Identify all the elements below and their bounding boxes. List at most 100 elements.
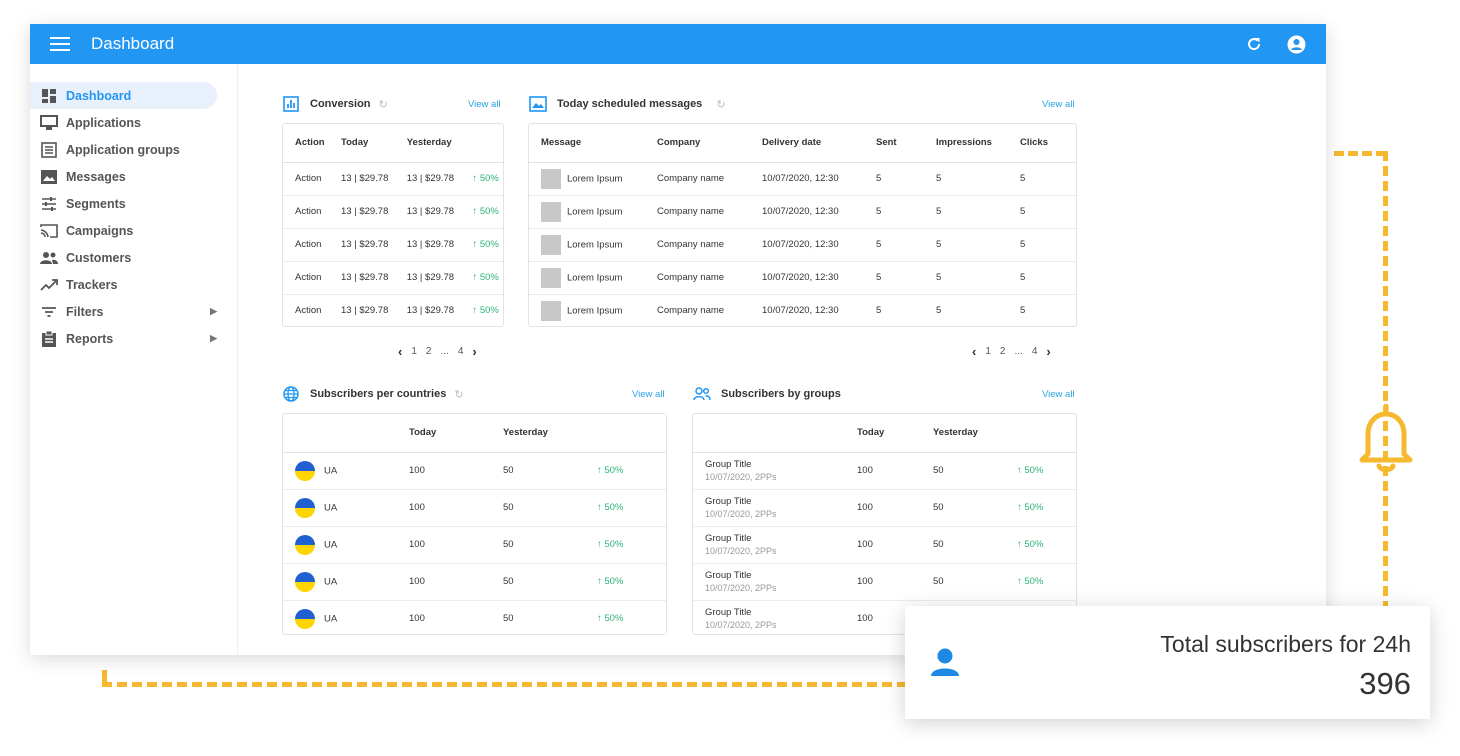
cell-text: 100 <box>857 539 873 550</box>
sidebar-item-filters[interactable]: Filters ▶ <box>30 298 217 325</box>
message-thumbnail <box>541 201 561 222</box>
groups-view-all-link[interactable]: View all <box>1042 389 1075 400</box>
chevron-left-icon[interactable]: ‹ <box>398 344 402 359</box>
sidebar-item-reports[interactable]: Reports ▶ <box>30 325 217 352</box>
cell-text: ↑ 50% <box>597 613 624 625</box>
table-cell: 13 | $29.78 <box>394 261 461 295</box>
sidebar-item-dashboard[interactable]: Dashboard <box>30 82 217 109</box>
table-cell: 10/07/2020, 12:30 <box>750 294 864 326</box>
table-row: Group Title 10/07/2020, 2PPs 100 50 ↑ 50% <box>693 452 1076 490</box>
app-bar: Dashboard <box>30 24 1326 64</box>
table-cell: 10/07/2020, 12:30 <box>750 228 864 262</box>
page-link[interactable]: 1 <box>411 346 417 357</box>
column-header: Delivery date <box>750 124 864 163</box>
group-title: Group Title <box>705 570 752 581</box>
table-row[interactable]: Lorem Ipsum Company name 10/07/2020, 12:30… <box>529 228 1076 262</box>
column-header: Sent <box>864 124 924 163</box>
clipboard-icon <box>40 330 58 348</box>
column-header <box>283 414 397 453</box>
cell-text: 13 | $29.78 <box>406 173 455 184</box>
refresh-icon[interactable]: ↻ <box>454 388 463 401</box>
cell-text: Lorem Ipsum <box>567 239 623 251</box>
cell-text: ↑ 50% <box>597 502 624 513</box>
cell-text: 50 <box>503 539 514 550</box>
cell-text: Lorem Ipsum <box>567 305 623 317</box>
table-row: UA 100 50 ↑ 50% <box>283 489 666 527</box>
table-cell: Group Title 10/07/2020, 2PPs <box>693 489 845 527</box>
page-link[interactable]: 1 <box>985 346 991 357</box>
sidebar-item-application-groups[interactable]: Application groups <box>30 136 217 163</box>
message-thumbnail <box>541 234 561 255</box>
table-row: UA 100 50 ↑ 50% <box>283 452 666 490</box>
table-cell: 5 <box>1008 294 1076 326</box>
cell-text: UA <box>324 502 338 514</box>
total-subscribers-label: Total subscribers for 24h <box>1160 631 1411 657</box>
message-thumbnail <box>541 300 561 321</box>
countries-title: Subscribers per countries <box>310 388 447 400</box>
refresh-icon[interactable]: ↻ <box>716 98 725 111</box>
chevron-right-icon[interactable]: › <box>472 344 476 359</box>
table-cell: ↑ 50% <box>460 195 503 229</box>
table-cell: Company name <box>645 294 750 326</box>
cell-text: Action <box>295 305 322 317</box>
page-link[interactable]: 2 <box>1000 346 1006 357</box>
cell-text: ↑ 50% <box>597 539 624 550</box>
chevron-left-icon[interactable]: ‹ <box>972 344 976 359</box>
cell-text: 100 <box>857 465 873 476</box>
table-cell: Action <box>283 228 329 262</box>
page-link[interactable]: 4 <box>458 346 464 357</box>
conversion-view-all-link[interactable]: View all <box>468 99 501 110</box>
column-header: Action <box>283 124 329 163</box>
refresh-icon[interactable]: ↻ <box>379 98 388 111</box>
sidebar-item-customers[interactable]: Customers <box>30 244 217 271</box>
table-row[interactable]: Lorem Ipsum Company name 10/07/2020, 12:30… <box>529 294 1076 326</box>
column-header: Company <box>645 124 750 163</box>
table-row[interactable]: Lorem Ipsum Company name 10/07/2020, 12:30… <box>529 195 1076 229</box>
table-cell: Group Title 10/07/2020, 2PPs <box>693 563 845 601</box>
menu-icon[interactable] <box>50 37 70 51</box>
countries-header: Subscribers per countries ↻ <box>282 385 464 403</box>
page-ellipsis: ... <box>1014 346 1023 357</box>
table-cell: 5 <box>924 294 1008 326</box>
sidebar-item-applications[interactable]: Applications <box>30 109 217 136</box>
table-row: Group Title 10/07/2020, 2PPs 100 50 ↑ 50% <box>693 489 1076 527</box>
table-row[interactable]: Lorem Ipsum Company name 10/07/2020, 12:30… <box>529 162 1076 196</box>
dash-decoration-right <box>1383 151 1388 611</box>
scheduled-view-all-link[interactable]: View all <box>1042 99 1075 110</box>
sidebar-item-campaigns[interactable]: Campaigns <box>30 217 217 244</box>
account-icon[interactable] <box>1286 34 1306 54</box>
countries-view-all-link[interactable]: View all <box>632 389 665 400</box>
column-header <box>1005 414 1076 453</box>
sidebar-item-label: Dashboard <box>66 88 132 103</box>
table-row[interactable]: Lorem Ipsum Company name 10/07/2020, 12:30… <box>529 261 1076 295</box>
sidebar-item-messages[interactable]: Messages <box>30 163 217 190</box>
column-header <box>585 414 666 453</box>
main-content: Conversion ↻ View all Action Today Yeste… <box>238 64 1326 655</box>
total-subscribers-value: 396 <box>1359 666 1411 701</box>
refresh-icon[interactable] <box>1244 34 1264 54</box>
page-link[interactable]: 2 <box>426 346 432 357</box>
cell-text: 5 <box>936 239 942 250</box>
chevron-right-icon[interactable]: › <box>1046 344 1050 359</box>
sidebar-item-label: Reports <box>66 331 114 346</box>
table-cell: 5 <box>864 195 924 229</box>
sidebar-item-trackers[interactable]: Trackers <box>30 271 217 298</box>
table-cell: Company name <box>645 261 750 295</box>
table-cell: ↑ 50% <box>460 294 503 326</box>
message-thumbnail <box>541 168 561 189</box>
cell-text: 5 <box>876 272 882 283</box>
scheduled-pagination: ‹ 1 2 ... 4 › <box>972 344 1051 359</box>
cell-text: 100 <box>409 502 425 513</box>
table-cell: Lorem Ipsum <box>529 294 645 326</box>
sidebar-item-segments[interactable]: Segments <box>30 190 217 217</box>
people-icon <box>693 385 711 403</box>
cell-text: Lorem Ipsum <box>567 272 623 284</box>
cell-text: Action <box>295 206 322 217</box>
table-cell: 50 <box>921 526 1005 564</box>
page-link[interactable]: 4 <box>1032 346 1038 357</box>
image-icon <box>40 168 58 186</box>
table-cell: 13 | $29.78 <box>329 261 395 295</box>
table-cell: ↑ 50% <box>460 162 503 196</box>
table-cell: 100 <box>845 526 921 564</box>
sidebar-item-label: Customers <box>66 250 132 265</box>
